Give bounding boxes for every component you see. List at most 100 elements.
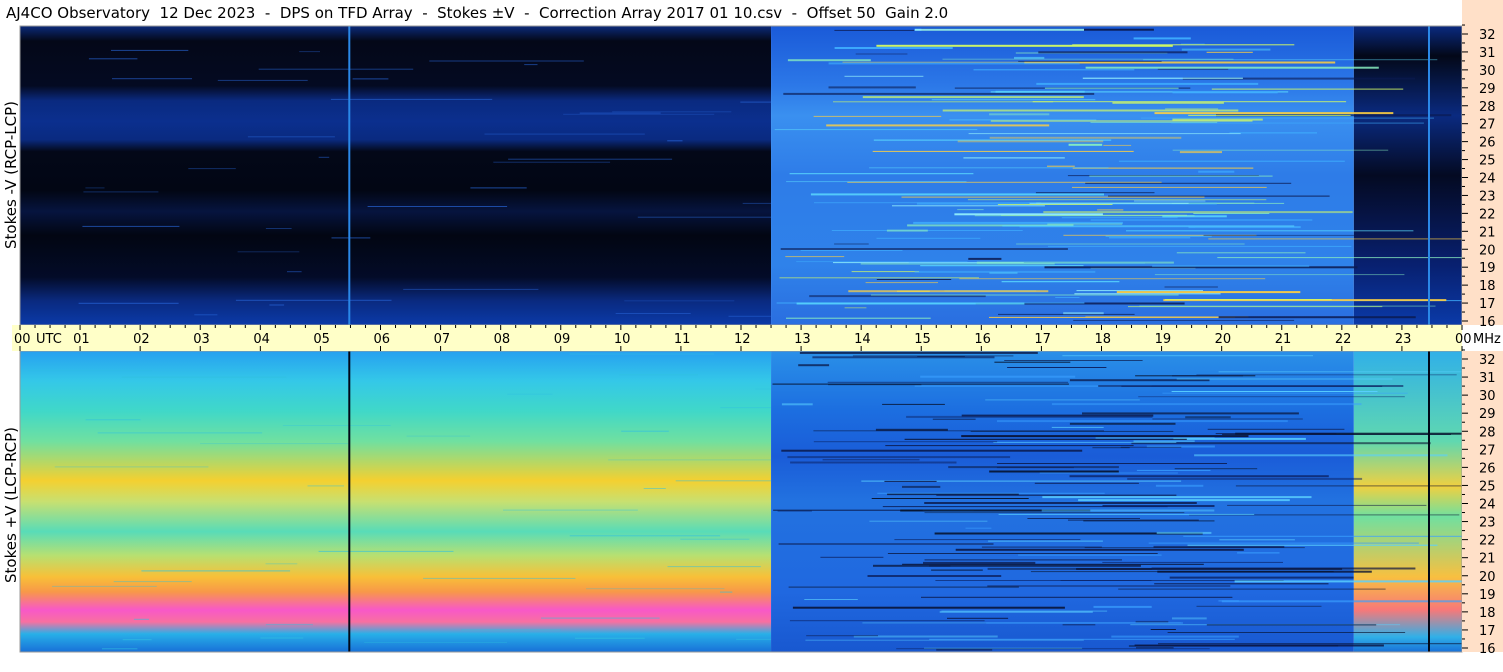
rfi-streak [800, 250, 903, 251]
rfi-streak [1089, 175, 1273, 177]
rfi-streak [1102, 505, 1215, 507]
rfi-streak [865, 282, 938, 284]
rfi-streak [1155, 484, 1204, 487]
freq-tick-label: 20 [1479, 243, 1496, 258]
rfi-streak [1167, 632, 1406, 633]
rfi-streak [1043, 211, 1353, 214]
rfi-streak [920, 265, 1084, 267]
rfi-streak [269, 304, 285, 306]
freq-tick-label: 16 [1479, 642, 1496, 657]
rfi-streak [493, 161, 611, 163]
rfi-streak [990, 120, 1253, 122]
rfi-streak [503, 509, 638, 511]
rfi-streak [1032, 101, 1347, 103]
rfi-streak [974, 215, 1195, 217]
rfi-streak [805, 639, 1084, 641]
time-tick-label: 13 [794, 332, 811, 347]
rfi-streak [939, 610, 1093, 613]
rfi-streak [1048, 245, 1352, 247]
rfi-streak [1014, 56, 1045, 59]
time-tick-label: 09 [554, 332, 571, 347]
rfi-streak [1134, 200, 1206, 202]
rfi-streak [260, 637, 304, 639]
rfi-streak [790, 461, 957, 464]
rfi-streak [844, 75, 924, 77]
rfi-streak [1018, 554, 1162, 556]
spectrogram-chart: 00 UTC 01 02 03 04 05 06 07 08 09 10 11 12 13 14 15 16 17 1… [12, 0, 1503, 657]
top-panel-pre-sunrise [20, 26, 772, 325]
rfi-streak [1108, 195, 1330, 197]
rfi-streak [563, 113, 715, 115]
rfi-streak [1203, 234, 1453, 236]
rfi-streak [1151, 567, 1416, 570]
rfi-streak [774, 129, 978, 131]
rfi-streak [194, 314, 218, 316]
rfi-streak [778, 543, 994, 545]
rfi-streak [423, 577, 576, 579]
freq-tick-label: 23 [1479, 189, 1496, 204]
rfi-streak [586, 588, 725, 590]
rfi-streak [1092, 447, 1130, 449]
rfi-streak [981, 546, 1102, 548]
rfi-streak [1174, 468, 1258, 470]
rfi-streak [929, 638, 1235, 640]
rfi-streak [113, 581, 192, 583]
rfi-streak [787, 456, 1011, 459]
rfi-streak [121, 376, 287, 378]
freq-tick-label: 24 [1479, 172, 1496, 187]
rfi-streak [1030, 571, 1334, 573]
rfi-streak [1206, 51, 1253, 53]
rfi-streak [736, 638, 771, 640]
rfi-streak [1069, 422, 1176, 425]
rfi-streak [1041, 509, 1215, 512]
rfi-streak [1044, 87, 1179, 89]
rfi-streak [1183, 535, 1462, 537]
rfi-streak [133, 618, 150, 620]
time-marker-line [348, 351, 351, 652]
rfi-streak [615, 313, 691, 314]
rfi-streak [988, 540, 1103, 542]
rfi-streak [968, 133, 1241, 135]
rfi-streak [1134, 644, 1384, 647]
rfi-streak [287, 271, 302, 273]
rfi-streak [942, 109, 1239, 112]
rfi-streak [822, 459, 920, 461]
rfi-streak [1165, 108, 1219, 110]
rfi-streak [1172, 375, 1244, 377]
rfi-streak [1111, 635, 1239, 638]
rfi-streak [619, 374, 698, 376]
freq-tick-label: 29 [1479, 407, 1496, 422]
rfi-streak [788, 586, 1019, 588]
rfi-streak [1097, 209, 1124, 211]
time-tick-label: 15 [914, 332, 931, 347]
rfi-streak [813, 441, 998, 443]
rfi-streak [810, 193, 1104, 196]
freq-tick-label: 30 [1479, 64, 1496, 79]
rfi-streak [728, 315, 772, 317]
time-tick-label: 18 [1095, 332, 1112, 347]
rfi-streak [1215, 433, 1337, 435]
rfi-streak [961, 435, 1249, 438]
rfi-streak [963, 157, 1065, 159]
rfi-streak [1196, 605, 1322, 607]
rfi-streak [885, 445, 1134, 447]
rfi-streak [902, 563, 1204, 565]
rfi-streak [83, 191, 159, 193]
rfi-streak [1116, 291, 1301, 294]
rfi-streak [1152, 265, 1310, 268]
rfi-streak [987, 585, 1231, 587]
time-marker-line [1428, 26, 1430, 325]
rfi-streak [1218, 371, 1462, 373]
rfi-streak [406, 435, 471, 437]
rfi-streak [959, 278, 1266, 280]
rfi-streak [470, 187, 527, 189]
rfi-streak [484, 133, 645, 135]
rfi-streak [1206, 624, 1377, 626]
freq-tick-label: 28 [1479, 100, 1496, 115]
rfi-streak [1029, 202, 1189, 204]
rfi-streak [1085, 66, 1379, 69]
time-tick-label: 20 [1215, 332, 1232, 347]
rfi-streak [1152, 418, 1303, 420]
time-tick-label: 08 [494, 332, 511, 347]
rfi-streak [796, 261, 968, 263]
